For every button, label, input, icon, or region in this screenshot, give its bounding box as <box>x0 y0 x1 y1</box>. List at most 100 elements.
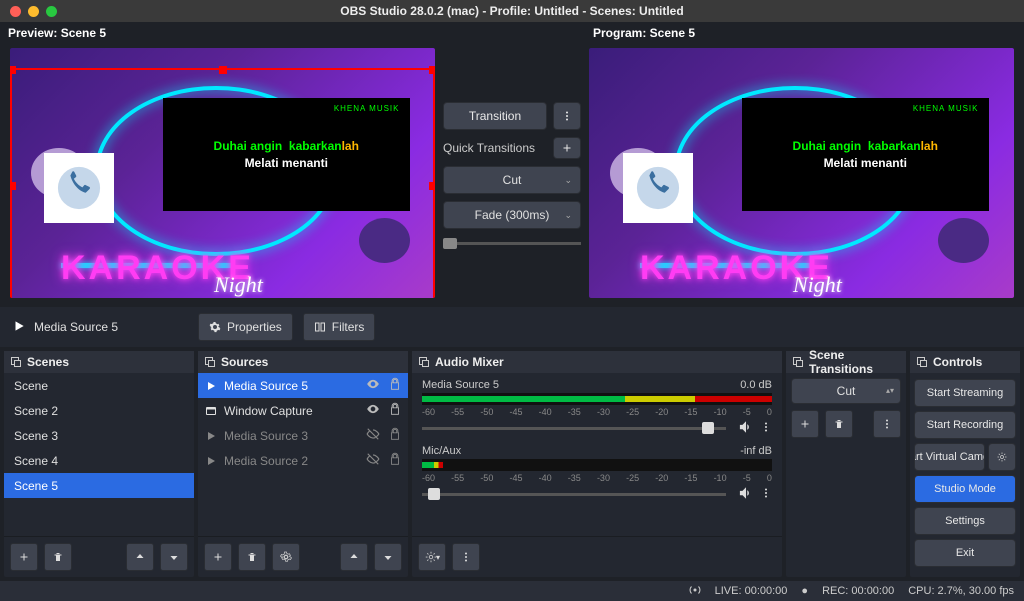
play-icon <box>204 429 218 443</box>
source-item[interactable]: Media Source 3 <box>198 423 408 448</box>
audio-mixer-panel: Audio Mixer Media Source 50.0 dB-60-55-5… <box>412 351 782 577</box>
popout-icon[interactable] <box>916 356 928 368</box>
broadcast-icon <box>689 584 701 599</box>
play-icon[interactable] <box>12 319 26 336</box>
speaker-icon[interactable] <box>738 420 752 437</box>
lock-icon[interactable] <box>388 377 402 394</box>
source-item[interactable]: Media Source 2 <box>198 448 408 473</box>
transition-menu-button[interactable] <box>553 102 581 130</box>
scene-item[interactable]: Scene 3 <box>4 423 194 448</box>
transition-button[interactable]: Transition <box>443 102 547 130</box>
track-menu-button[interactable] <box>760 421 772 436</box>
tbar-slider[interactable] <box>443 242 581 245</box>
cut-transition-dropdown[interactable]: Cut⌄ <box>443 166 581 194</box>
track-menu-button[interactable] <box>760 487 772 502</box>
add-quick-transition-button[interactable] <box>553 137 581 159</box>
fade-transition-dropdown[interactable]: Fade (300ms)⌄ <box>443 201 581 229</box>
eye-off-icon[interactable] <box>366 452 380 469</box>
exit-button[interactable]: Exit <box>914 539 1016 567</box>
eye-icon[interactable] <box>366 377 380 394</box>
track-name: Mic/Aux <box>422 445 461 457</box>
source-label: Media Source 3 <box>224 429 360 443</box>
play-icon <box>204 379 218 393</box>
scene-item[interactable]: Scene 5 <box>4 473 194 498</box>
source-label: Media Source 2 <box>224 454 360 468</box>
source-up-button[interactable] <box>340 543 368 571</box>
add-transition-button[interactable] <box>791 410 819 438</box>
volume-slider[interactable] <box>422 427 726 430</box>
scenes-panel: Scenes SceneScene 2Scene 3Scene 4Scene 5 <box>4 351 194 577</box>
remove-scene-button[interactable] <box>44 543 72 571</box>
maximize-window[interactable] <box>46 6 57 17</box>
preview-label: Preview: Scene 5 <box>0 22 439 42</box>
program-canvas[interactable]: KHENA MUSIK Duhai angin kabarkanlah Mela… <box>589 48 1014 298</box>
remove-source-button[interactable] <box>238 543 266 571</box>
source-down-button[interactable] <box>374 543 402 571</box>
audio-meter <box>422 393 772 405</box>
source-item[interactable]: Media Source 5 <box>198 373 408 398</box>
start-recording-button[interactable]: Start Recording <box>914 411 1016 439</box>
scene-up-button[interactable] <box>126 543 154 571</box>
transition-select[interactable]: Cut ▴▾ <box>791 378 901 404</box>
titlebar: OBS Studio 28.0.2 (mac) - Profile: Untit… <box>0 0 1024 22</box>
mixer-settings-button[interactable]: ▾ <box>418 543 446 571</box>
transition-menu-button[interactable] <box>873 410 901 438</box>
audio-track: Media Source 50.0 dB-60-55-50-45-40-35-3… <box>412 373 782 439</box>
phone-icon <box>623 153 693 223</box>
popout-icon[interactable] <box>792 356 804 368</box>
start-streaming-button[interactable]: Start Streaming <box>914 379 1016 407</box>
video-overlay: KHENA MUSIK Duhai angin kabarkanlah Mela… <box>163 98 410 211</box>
remove-transition-button[interactable] <box>825 410 853 438</box>
scene-item[interactable]: Scene <box>4 373 194 398</box>
virtual-camera-settings-button[interactable] <box>988 443 1016 471</box>
track-name: Media Source 5 <box>422 379 499 391</box>
window-icon <box>204 404 218 418</box>
minimize-window[interactable] <box>28 6 39 17</box>
scene-item[interactable]: Scene 2 <box>4 398 194 423</box>
live-status: LIVE: 00:00:00 <box>715 585 788 597</box>
filters-button[interactable]: Filters <box>303 313 376 341</box>
preview-canvas[interactable]: KHENA MUSIK Duhai angin kabarkanlah Mela… <box>10 48 435 298</box>
source-label: Media Source 5 <box>224 379 360 393</box>
eye-off-icon[interactable] <box>366 427 380 444</box>
volume-slider[interactable] <box>422 493 726 496</box>
source-label: Window Capture <box>224 404 360 418</box>
close-window[interactable] <box>10 6 21 17</box>
popout-icon[interactable] <box>10 356 22 368</box>
eye-icon[interactable] <box>366 402 380 419</box>
media-source-toolbar: Media Source 5 Properties Filters <box>0 307 1024 347</box>
transition-column: Transition Quick Transitions Cut⌄ Fade (… <box>439 22 585 307</box>
studio-mode-button[interactable]: Studio Mode <box>914 475 1016 503</box>
lock-icon[interactable] <box>388 402 402 419</box>
phone-icon <box>44 153 114 223</box>
video-overlay: KHENA MUSIK Duhai angin kabarkanlah Mela… <box>742 98 989 211</box>
selected-source-label: Media Source 5 <box>34 320 118 334</box>
source-item[interactable]: Window Capture <box>198 398 408 423</box>
quick-transitions-label: Quick Transitions <box>443 141 535 155</box>
status-bar: LIVE: 00:00:00 ● REC: 00:00:00 CPU: 2.7%… <box>0 581 1024 601</box>
play-icon <box>204 454 218 468</box>
mixer-menu-button[interactable] <box>452 543 480 571</box>
rec-icon: ● <box>801 585 808 597</box>
program-label: Program: Scene 5 <box>585 22 1024 42</box>
window-title: OBS Studio 28.0.2 (mac) - Profile: Untit… <box>340 4 683 18</box>
lock-icon[interactable] <box>388 427 402 444</box>
popout-icon[interactable] <box>204 356 216 368</box>
cpu-status: CPU: 2.7%, 30.00 fps <box>908 585 1014 597</box>
source-settings-button[interactable] <box>272 543 300 571</box>
speaker-icon[interactable] <box>738 486 752 503</box>
controls-panel: Controls Start Streaming Start Recording… <box>910 351 1020 577</box>
scene-down-button[interactable] <box>160 543 188 571</box>
sources-panel: Sources Media Source 5Window CaptureMedi… <box>198 351 408 577</box>
properties-button[interactable]: Properties <box>198 313 293 341</box>
lock-icon[interactable] <box>388 452 402 469</box>
virtual-camera-button[interactable]: art Virtual Came <box>914 443 985 471</box>
add-scene-button[interactable] <box>10 543 38 571</box>
popout-icon[interactable] <box>418 356 430 368</box>
rec-status: REC: 00:00:00 <box>822 585 894 597</box>
add-source-button[interactable] <box>204 543 232 571</box>
settings-button[interactable]: Settings <box>914 507 1016 535</box>
audio-meter <box>422 459 772 471</box>
track-db: -inf dB <box>740 445 772 457</box>
scene-item[interactable]: Scene 4 <box>4 448 194 473</box>
